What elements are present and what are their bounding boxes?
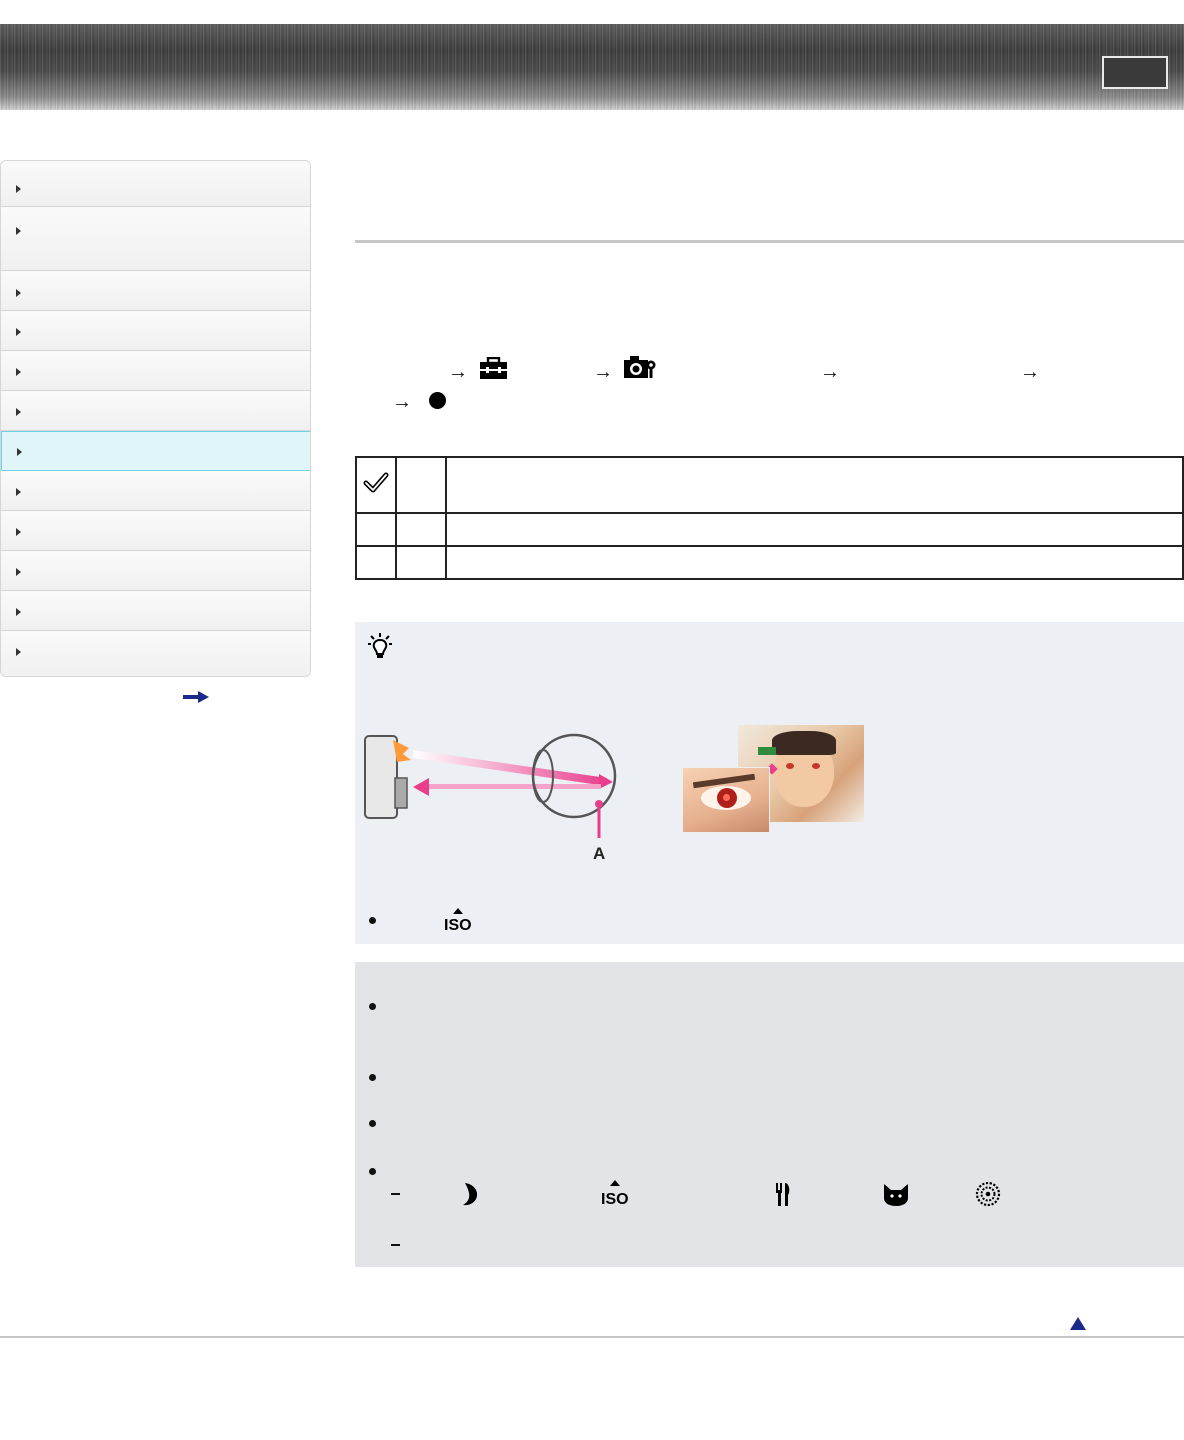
night-moon-icon (463, 1183, 478, 1206)
options-table (355, 456, 1184, 580)
gourmet-fork-knife-icon (776, 1183, 790, 1206)
header-banner (0, 24, 1184, 110)
title-divider (355, 240, 1184, 243)
triangle-right-icon (17, 448, 22, 456)
triangle-right-icon (16, 227, 21, 235)
diagram-label-a: A (593, 844, 606, 863)
sidebar-item-1[interactable] (1, 161, 310, 207)
triangle-right-icon (16, 289, 21, 297)
dash (391, 1193, 400, 1195)
sidebar-item-11[interactable] (1, 591, 310, 631)
dot-icon (429, 392, 446, 409)
bullet (369, 917, 376, 924)
option-name-cell (395, 456, 447, 514)
option-icon-cell (355, 545, 397, 580)
triangle-right-icon (16, 528, 21, 536)
red-eye-photo (682, 767, 770, 833)
right-arrow-link-icon[interactable] (183, 691, 209, 703)
fireworks-icon (975, 1181, 1001, 1207)
triangle-right-icon (16, 328, 21, 336)
sidebar-nav (0, 160, 311, 677)
sidebar-item-2[interactable] (1, 207, 310, 271)
bullet (369, 1003, 376, 1010)
sidebar-item-4[interactable] (1, 311, 310, 351)
bullet (369, 1168, 376, 1175)
back-to-top-icon[interactable] (1070, 1317, 1086, 1330)
triangle-right-icon (16, 488, 21, 496)
dash (391, 1244, 400, 1246)
sidebar-item-6[interactable] (1, 391, 310, 431)
triangle-right-icon (16, 368, 21, 376)
arrow-right-icon: → (448, 361, 468, 383)
toolbox-icon (480, 357, 507, 379)
bullet (369, 1120, 376, 1127)
camera-settings-icon (624, 356, 656, 378)
option-description-cell (445, 456, 1184, 514)
sidebar-item-8[interactable] (1, 471, 310, 511)
pet-cat-icon (884, 1184, 908, 1206)
triangle-right-icon (16, 648, 21, 656)
lightbulb-icon (368, 633, 392, 658)
option-description-cell (445, 545, 1184, 580)
triangle-right-icon (16, 185, 21, 193)
high-sensitivity-iso-icon: ISO (444, 908, 472, 932)
option-name-cell (395, 512, 447, 547)
triangle-right-icon (16, 608, 21, 616)
option-icon-cell (355, 456, 397, 514)
hint-box: A ISO (355, 622, 1184, 944)
bullet (369, 1074, 376, 1081)
svg-text:ISO: ISO (601, 1191, 629, 1206)
header-button[interactable] (1102, 56, 1168, 89)
sidebar-item-12[interactable] (1, 631, 310, 676)
notes-box: ISO (355, 962, 1184, 1267)
option-description-cell (445, 512, 1184, 547)
footer-divider (0, 1336, 1184, 1338)
option-icon-cell (355, 512, 397, 547)
sidebar-item-5[interactable] (1, 351, 310, 391)
sidebar-item-10[interactable] (1, 551, 310, 591)
high-sensitivity-iso-icon: ISO (601, 1180, 629, 1206)
arrow-right-icon: → (593, 361, 613, 383)
svg-text:ISO: ISO (444, 917, 472, 932)
option-name-cell (395, 545, 447, 580)
arrow-right-icon: → (820, 361, 840, 383)
sidebar-item-3[interactable] (1, 271, 310, 311)
arrow-right-icon: → (1020, 361, 1040, 383)
checkmark-icon (363, 472, 389, 492)
sidebar-item-7-active[interactable] (1, 431, 310, 471)
sidebar-item-9[interactable] (1, 511, 310, 551)
triangle-right-icon (16, 408, 21, 416)
table-row (355, 456, 1184, 514)
table-row (355, 545, 1184, 580)
table-row (355, 512, 1184, 547)
arrow-right-icon: → (392, 391, 412, 413)
triangle-right-icon (16, 568, 21, 576)
